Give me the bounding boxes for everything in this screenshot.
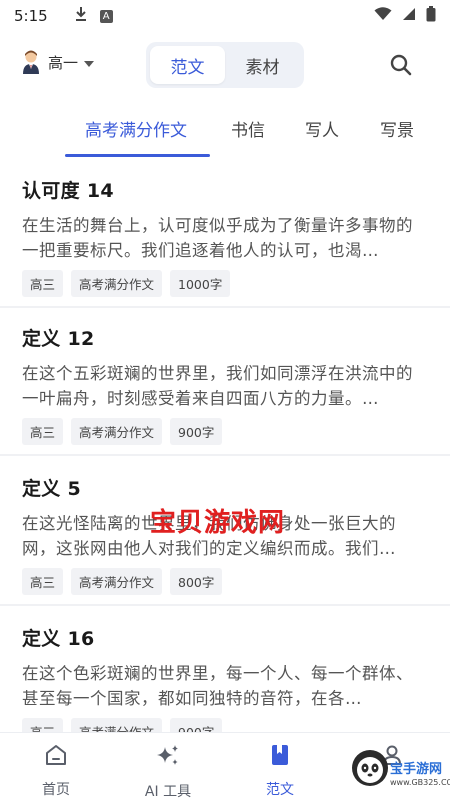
article-list[interactable]: 认可度 14 在生活的舞台上，认可度似乎成为了衡量许多事物的一把重要标尺。我们追…	[0, 160, 450, 732]
article-excerpt: 在生活的舞台上，认可度似乎成为了衡量许多事物的一把重要标尺。我们追逐着他人的认可…	[22, 216, 413, 260]
active-tab-indicator	[65, 154, 210, 157]
tag-grade: 高三	[22, 718, 64, 732]
app-header: 高一 范文 素材	[0, 38, 450, 90]
status-time: 5:15	[14, 7, 48, 25]
battery-icon	[426, 6, 436, 26]
tag-grade: 高三	[22, 568, 64, 595]
category-tabs: 高考满分作文 书信 写人 写景	[0, 104, 450, 158]
article-title: 定义 12	[22, 328, 95, 350]
segment-label: 素材	[245, 57, 280, 78]
tab-gaokao-full-marks[interactable]: 高考满分作文	[85, 116, 187, 141]
tag-word-count: 800字	[170, 568, 223, 595]
segment-label: 范文	[170, 57, 205, 78]
home-icon	[44, 743, 68, 771]
segment-control: 范文 素材	[146, 42, 304, 88]
article-card[interactable]: 定义 16 在这个色彩斑斓的世界里，每一个人、每一个群体、甚至每一个国家，都如同…	[0, 608, 450, 732]
nav-label: 范文	[266, 782, 294, 798]
student-avatar-icon	[20, 50, 42, 74]
article-tags: 高三 高考满分作文 900字	[22, 718, 428, 732]
nav-label: 首页	[42, 782, 70, 798]
tab-letters[interactable]: 书信	[231, 116, 265, 141]
nav-item-home[interactable]: 首页	[0, 733, 112, 800]
article-card[interactable]: 定义 12 在这个五彩斑斓的世界里，我们如同漂浮在洪流中的一叶扁舟，时刻感受着来…	[0, 308, 450, 456]
article-excerpt: 在这光怪陆离的世界里，我们仿佛身处一张巨大的网，这张网由他人对我们的定义编织而成…	[22, 514, 396, 558]
article-title: 定义 5	[22, 478, 82, 500]
article-tags: 高三 高考满分作文 800字	[22, 568, 428, 595]
divider	[0, 454, 450, 456]
tab-scenery[interactable]: 写景	[380, 116, 414, 141]
article-card[interactable]: 认可度 14 在生活的舞台上，认可度似乎成为了衡量许多事物的一把重要标尺。我们追…	[0, 160, 450, 308]
signal-icon	[402, 7, 416, 25]
tag-grade: 高三	[22, 270, 64, 297]
tag-word-count: 900字	[170, 418, 223, 445]
status-right	[374, 6, 436, 26]
grade-label: 高一	[48, 53, 79, 72]
search-icon	[388, 54, 414, 82]
bookmark-icon	[268, 743, 292, 771]
corner-logo-url: www.GB325.COM	[390, 778, 450, 787]
article-tags: 高三 高考满分作文 900字	[22, 418, 428, 445]
nav-item-ai-tools[interactable]: AI 工具	[112, 733, 224, 800]
article-tags: 高三 高考满分作文 1000字	[22, 270, 428, 297]
wifi-icon	[374, 7, 392, 25]
download-icon	[74, 6, 88, 26]
tag-category: 高考满分作文	[71, 568, 163, 595]
article-card[interactable]: 定义 5 在这光怪陆离的世界里，我们仿佛身处一张巨大的网，这张网由他人对我们的定…	[0, 458, 450, 606]
status-bar: 5:15 A	[0, 0, 450, 32]
article-excerpt: 在这个色彩斑斓的世界里，每一个人、每一个群体、甚至每一个国家，都如同独特的音符，…	[22, 664, 413, 708]
caret-down-icon	[84, 53, 95, 71]
sparkle-icon	[155, 743, 181, 773]
tag-word-count: 900字	[170, 718, 223, 732]
nav-item-essays[interactable]: 范文	[224, 733, 336, 800]
nav-label: AI 工具	[144, 784, 192, 800]
grade-selector[interactable]: 高一	[20, 50, 95, 74]
divider	[0, 604, 450, 606]
tag-category: 高考满分作文	[71, 270, 163, 297]
corner-logo: 宝手游网 www.GB325.COM	[348, 742, 450, 798]
article-title: 认可度 14	[22, 180, 114, 202]
status-left: 5:15 A	[14, 6, 113, 26]
tab-portrait[interactable]: 写人	[305, 116, 339, 141]
article-title: 定义 16	[22, 628, 95, 650]
tag-category: 高考满分作文	[71, 718, 163, 732]
corner-logo-text: 宝手游网	[390, 762, 443, 777]
tag-word-count: 1000字	[170, 270, 231, 297]
segment-materials[interactable]: 素材	[225, 46, 300, 84]
tag-category: 高考满分作文	[71, 418, 163, 445]
search-button[interactable]	[388, 52, 414, 78]
tag-grade: 高三	[22, 418, 64, 445]
a-icon: A	[99, 9, 113, 23]
segment-essays[interactable]: 范文	[150, 46, 225, 84]
article-excerpt: 在这个五彩斑斓的世界里，我们如同漂浮在洪流中的一叶扁舟，时刻感受着来自四面八方的…	[22, 364, 413, 408]
